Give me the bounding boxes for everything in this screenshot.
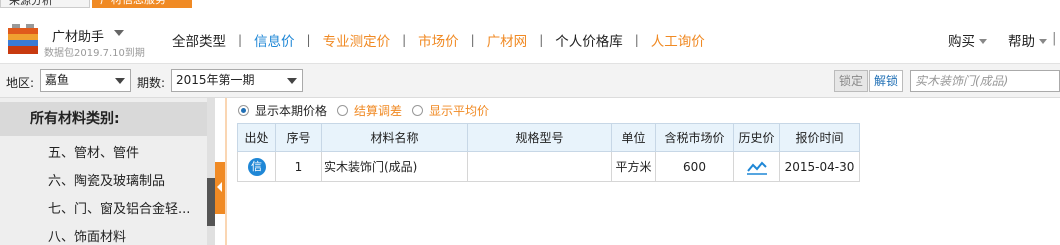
nav-professional-price[interactable]: 专业测定价	[311, 30, 403, 50]
radio-button[interactable]	[412, 105, 424, 116]
cell-quote-time: 2015-04-30	[779, 151, 860, 182]
cell-source: 信	[237, 151, 276, 182]
radio-button[interactable]	[337, 105, 349, 116]
region-label: 地区:	[6, 76, 35, 90]
top-tab-strip: 采源分析 广材信息服务	[0, 0, 1060, 8]
region-select[interactable]: 嘉鱼	[40, 69, 131, 92]
unlock-button[interactable]: 解锁	[869, 70, 903, 92]
col-tax-market-price[interactable]: 含税市场价	[655, 123, 734, 152]
data-package-expiry: 数据包2019.7.10到期	[44, 48, 145, 59]
chevron-down-icon[interactable]	[114, 30, 124, 36]
chevron-down-icon	[287, 78, 297, 84]
chevron-down-icon	[979, 39, 987, 44]
chevron-down-icon	[1039, 39, 1047, 44]
price-display-options: 显示本期价格 结算调差 显示平均价	[238, 102, 499, 119]
sidebar-item-ceramics-glass[interactable]: 六、陶瓷及玻璃制品	[48, 170, 165, 189]
col-history-price[interactable]: 历史价	[733, 123, 780, 152]
col-spec[interactable]: 规格型号	[467, 123, 612, 152]
cell-history	[733, 151, 780, 182]
cell-spec	[467, 151, 612, 182]
sidebar-item-pipes[interactable]: 五、管材、管件	[48, 142, 139, 161]
sidebar-scrollbar-thumb[interactable]	[207, 178, 215, 226]
collapse-sidebar-button[interactable]	[215, 162, 225, 214]
nav-personal-price-library[interactable]: 个人价格库	[543, 30, 635, 50]
radio-show-current-price[interactable]: 显示本期价格	[238, 102, 327, 119]
info-source-badge[interactable]: 信	[247, 157, 266, 176]
region-value: 嘉鱼	[45, 73, 70, 87]
col-material-name[interactable]: 材料名称	[321, 123, 468, 152]
nav-all-types[interactable]: 全部类型	[160, 30, 238, 50]
cell-unit: 平方米	[611, 151, 656, 182]
panel-divider	[225, 98, 227, 245]
filter-bar: 地区: 嘉鱼 期数: 2015年第一期 锁定 解锁 实木装饰门(成品)	[0, 64, 1060, 98]
sidebar-item-doors-windows[interactable]: 七、门、窗及铝合金轻...	[48, 198, 190, 217]
table-header-row: 出处 序号 材料名称 规格型号 单位 含税市场价 历史价 报价时间	[237, 123, 860, 152]
nav-divider: |	[1052, 30, 1057, 46]
radio-show-average-price[interactable]: 显示平均价	[412, 102, 489, 119]
trend-chart-icon[interactable]	[746, 159, 768, 175]
radio-button[interactable]	[238, 105, 249, 116]
help-menu[interactable]: 帮助	[1008, 30, 1047, 50]
cell-price: 600	[655, 151, 734, 182]
col-source[interactable]: 出处	[237, 123, 276, 152]
category-sidebar: 所有材料类别: 五、管材、管件 六、陶瓷及玻璃制品 七、门、窗及铝合金轻... …	[0, 98, 207, 245]
table-row[interactable]: 信 1 实木装饰门(成品) 平方米 600 2015-04-30	[237, 151, 860, 182]
col-quote-time[interactable]: 报价时间	[779, 123, 860, 152]
cell-index: 1	[275, 151, 322, 182]
sidebar-item-facing-materials[interactable]: 八、饰面材料	[48, 226, 126, 245]
price-table: 出处 序号 材料名称 规格型号 单位 含税市场价 历史价 报价时间 信 1 实木…	[237, 123, 860, 182]
period-label: 期数:	[137, 76, 166, 90]
nav-manual-inquiry[interactable]: 人工询价	[639, 30, 717, 50]
tab-source-analysis[interactable]: 采源分析	[0, 0, 90, 8]
col-unit[interactable]: 单位	[611, 123, 656, 152]
col-index[interactable]: 序号	[275, 123, 322, 152]
tab-info-service[interactable]: 广材信息服务	[92, 0, 192, 8]
radio-label: 结算调差	[354, 104, 403, 118]
period-select[interactable]: 2015年第一期	[171, 69, 303, 92]
nav-guangcai-web[interactable]: 广材网	[475, 30, 540, 50]
lock-button[interactable]: 锁定	[834, 70, 868, 92]
chevron-down-icon	[115, 78, 125, 84]
period-value: 2015年第一期	[176, 73, 255, 87]
nav-info-price[interactable]: 信息价	[242, 30, 307, 50]
search-input[interactable]: 实木装饰门(成品)	[910, 70, 1060, 92]
buy-menu[interactable]: 购买	[948, 30, 987, 50]
app-header: 广材助手 数据包2019.7.10到期 全部类型 | 信息价 | 专业测定价 |…	[0, 8, 1060, 64]
radio-label: 显示本期价格	[255, 104, 328, 118]
chevron-left-icon	[217, 182, 222, 192]
radio-label: 显示平均价	[429, 104, 490, 118]
main-nav: 全部类型 | 信息价 | 专业测定价 | 市场价 | 广材网 | 个人价格库 |…	[160, 30, 717, 50]
radio-settlement-adjustment[interactable]: 结算调差	[337, 102, 402, 119]
sidebar-title: 所有材料类别:	[0, 102, 207, 136]
toolbox-logo-icon	[8, 24, 38, 54]
brand-name[interactable]: 广材助手	[52, 26, 104, 45]
buy-label: 购买	[948, 34, 975, 50]
cell-material-name: 实木装饰门(成品)	[321, 151, 468, 182]
nav-market-price[interactable]: 市场价	[406, 30, 471, 50]
help-label: 帮助	[1008, 34, 1035, 50]
